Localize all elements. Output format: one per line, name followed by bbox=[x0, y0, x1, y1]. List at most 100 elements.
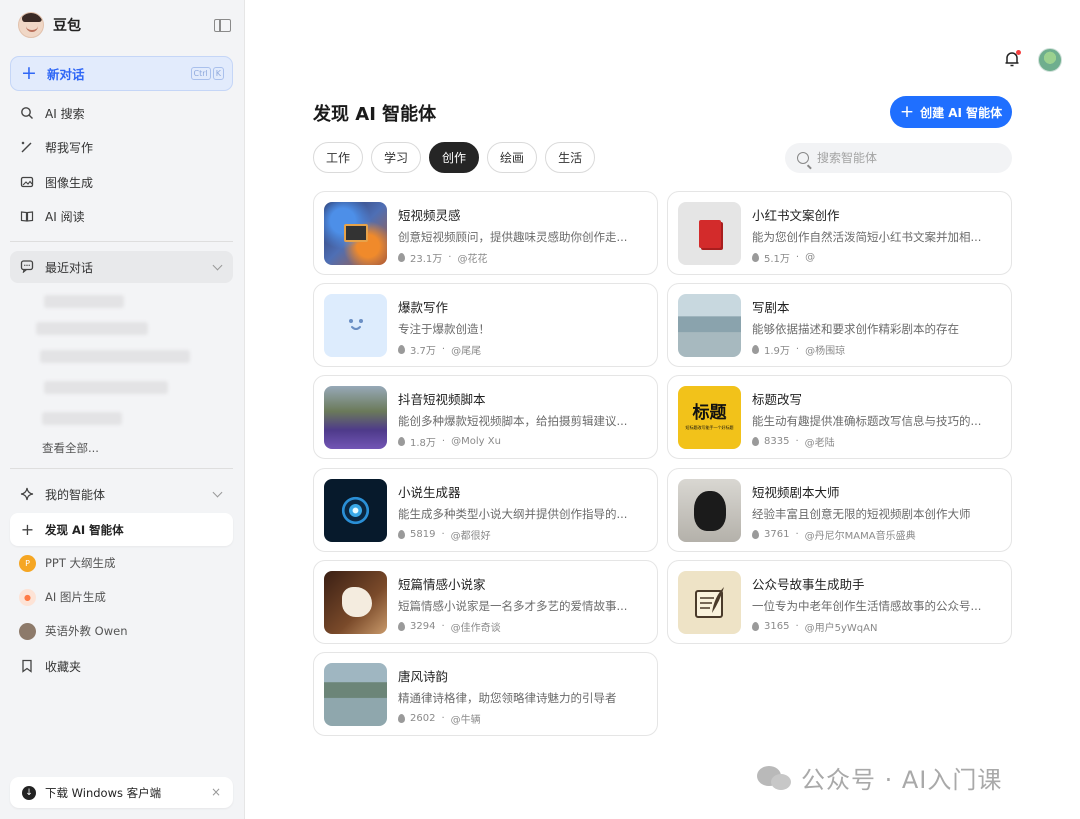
my-agents-toggle[interactable]: 我的智能体 bbox=[10, 479, 233, 509]
usage-count: 5.1万 bbox=[764, 254, 790, 265]
notification-bell-icon[interactable] bbox=[1003, 50, 1021, 68]
agent-meta: 2602 · @牛辆 bbox=[398, 711, 481, 726]
sidebar-item-ai-reading[interactable]: AI 阅读 bbox=[10, 201, 233, 231]
sidebar-item-writing[interactable]: 帮我写作 bbox=[10, 132, 233, 162]
usage-count: 1.9万 bbox=[764, 346, 790, 357]
agent-card-official-account-story[interactable]: 公众号故事生成助手 一位专为中老年创作生活情感故事的公众号... 3165 · @用… bbox=[667, 560, 1012, 644]
category-tabs: 工作 学习 创作 绘画 生活 bbox=[313, 142, 596, 173]
agent-meta: 1.9万 · @杨围琼 bbox=[752, 342, 845, 357]
doubao-logo-icon bbox=[18, 12, 44, 38]
user-avatar[interactable] bbox=[1038, 48, 1062, 72]
usage-count: 3.7万 bbox=[410, 346, 436, 357]
meta-separator: · bbox=[795, 436, 799, 447]
fire-icon bbox=[752, 253, 759, 262]
sidebar-item-image-gen[interactable]: 图像生成 bbox=[10, 167, 233, 197]
sidebar-item-label: 帮我写作 bbox=[45, 140, 94, 155]
agent-thumbnail bbox=[324, 202, 387, 265]
fire-icon bbox=[752, 345, 759, 354]
view-all-chats-link[interactable]: 查看全部... bbox=[42, 440, 99, 456]
tab-life[interactable]: 生活 bbox=[545, 142, 596, 173]
smile-face-icon bbox=[349, 319, 363, 330]
sidebar: 豆包 + 新对话 Ctrl K AI 搜索 帮我写作 图像生成 AI 阅读 最近… bbox=[0, 0, 245, 819]
agent-card-short-video-script-master[interactable]: 短视频剧本大师 经验丰富且创意无限的短视频剧本创作大师 3761 · @丹尼尔MAM… bbox=[667, 468, 1012, 552]
agent-card-viral-writing[interactable]: 爆款写作 专注于爆款创造！ 3.7万 · @尾尾 bbox=[313, 283, 658, 367]
recent-chat-item[interactable] bbox=[44, 381, 168, 394]
agent-meta: 23.1万 · @花花 bbox=[398, 250, 487, 265]
watermark-text: 公众号 · AI入门课 bbox=[801, 766, 1003, 794]
agent-thumbnail: 标题 短标题改写能手一个好标题 bbox=[678, 386, 741, 449]
agent-thumbnail bbox=[324, 571, 387, 634]
tab-study[interactable]: 学习 bbox=[371, 142, 422, 173]
agent-meta: 3165 · @用户5yWqAN bbox=[752, 619, 877, 634]
agent-item-english-tutor[interactable]: 英语外教 Owen bbox=[10, 616, 233, 646]
agent-title: 写剧本 bbox=[752, 300, 790, 315]
author-name: @佳作奇谈 bbox=[450, 623, 501, 634]
shortcut-key-ctrl: Ctrl bbox=[190, 67, 211, 80]
fire-icon bbox=[398, 714, 405, 723]
author-name: @老陆 bbox=[804, 438, 835, 449]
recent-chats-toggle[interactable]: 最近对话 bbox=[10, 251, 233, 283]
agent-card-emotional-novelist[interactable]: 短篇情感小说家 短篇情感小说家是一名多才多艺的爱情故事... 3294 · @佳作奇… bbox=[313, 560, 658, 644]
brand[interactable]: 豆包 bbox=[18, 12, 81, 38]
author-name: @丹尼尔MAMA音乐盛典 bbox=[804, 531, 916, 542]
author-name: @都很好 bbox=[450, 531, 491, 542]
recent-chats-label: 最近对话 bbox=[45, 260, 94, 275]
agent-title: 小说生成器 bbox=[398, 485, 461, 500]
agent-description: 创意短视频顾问，提供趣味灵感助你创作走... bbox=[398, 230, 628, 244]
agent-card-douyin-script[interactable]: 抖音短视频脚本 能创多种爆款短视频脚本，给拍摄剪辑建议... 1.8万 · @Mol… bbox=[313, 375, 658, 459]
chevron-down-icon bbox=[212, 487, 223, 498]
agent-card-script-writer[interactable]: 写剧本 能够依据描述和要求创作精彩剧本的存在 1.9万 · @杨围琼 bbox=[667, 283, 1012, 367]
agent-item-ppt[interactable]: P PPT 大纲生成 bbox=[10, 548, 233, 578]
agent-description: 精通律诗格律，助您领略律诗魅力的引导者 bbox=[398, 691, 617, 705]
notification-dot bbox=[1016, 50, 1021, 55]
agent-description: 能为您创作自然活泼简短小红书文案并加相... bbox=[752, 230, 982, 244]
meta-separator: · bbox=[441, 713, 445, 724]
agent-title: 短视频灵感 bbox=[398, 208, 461, 223]
agent-description: 能够依据描述和要求创作精彩剧本的存在 bbox=[752, 322, 959, 336]
create-agent-button[interactable]: + 创建 AI 智能体 bbox=[890, 96, 1012, 128]
sidebar-divider bbox=[10, 241, 233, 242]
recent-chat-item[interactable] bbox=[36, 322, 148, 335]
close-icon[interactable]: × bbox=[211, 785, 221, 799]
meta-separator: · bbox=[795, 529, 799, 540]
tab-work[interactable]: 工作 bbox=[313, 142, 364, 173]
brand-name: 豆包 bbox=[53, 18, 81, 34]
fire-icon bbox=[752, 437, 759, 446]
sidebar-item-favorites[interactable]: 收藏夹 bbox=[10, 651, 233, 681]
recent-chat-item[interactable] bbox=[40, 350, 190, 363]
agent-search-input[interactable] bbox=[817, 151, 997, 165]
agent-card-xiaohongshu[interactable]: 小红书文案创作 能为您创作自然活泼简短小红书文案并加相... 5.1万 · @ bbox=[667, 191, 1012, 275]
new-chat-button[interactable]: + 新对话 Ctrl K bbox=[10, 56, 233, 91]
agent-card-title-rewrite[interactable]: 标题 短标题改写能手一个好标题 标题改写 能生动有趣提供准确标题改写信息与技巧的… bbox=[667, 375, 1012, 459]
download-label: 下载 Windows 客户端 bbox=[45, 785, 162, 800]
agent-thumbnail bbox=[678, 571, 741, 634]
agent-title: 短视频剧本大师 bbox=[752, 485, 840, 500]
thumbnail-title-text: 标题 bbox=[692, 402, 727, 423]
meta-separator: · bbox=[795, 344, 800, 355]
agent-label: AI 图片生成 bbox=[45, 590, 106, 604]
agent-search-box[interactable] bbox=[785, 143, 1012, 173]
agent-item-ai-image[interactable]: ● AI 图片生成 bbox=[10, 582, 233, 612]
discover-agents-label: 发现 AI 智能体 bbox=[45, 522, 124, 537]
recent-chat-item[interactable] bbox=[42, 412, 122, 425]
sidebar-collapse-icon[interactable] bbox=[214, 19, 231, 32]
search-spark-icon bbox=[20, 106, 34, 120]
agent-meta: 3761 · @丹尼尔MAMA音乐盛典 bbox=[752, 527, 916, 542]
sidebar-item-ai-search[interactable]: AI 搜索 bbox=[10, 98, 233, 128]
recent-chat-item[interactable] bbox=[44, 295, 124, 308]
agent-thumbnail bbox=[678, 479, 741, 542]
tab-creation[interactable]: 创作 bbox=[429, 142, 480, 173]
page-title: 发现 AI 智能体 bbox=[313, 104, 437, 125]
discover-agents-item[interactable]: + 发现 AI 智能体 bbox=[10, 513, 233, 546]
wechat-icon bbox=[757, 764, 793, 792]
agent-title: 公众号故事生成助手 bbox=[752, 577, 865, 592]
chat-bubble-icon bbox=[20, 258, 34, 277]
download-client-banner[interactable]: ↓ 下载 Windows 客户端 × bbox=[10, 777, 233, 808]
agent-description: 短篇情感小说家是一名多才多艺的爱情故事... bbox=[398, 599, 628, 613]
agent-card-novel-generator[interactable]: 小说生成器 能生成多种类型小说大纲并提供创作指导的... 5819 · @都很好 bbox=[313, 468, 658, 552]
meta-separator: · bbox=[441, 529, 445, 540]
tab-drawing[interactable]: 绘画 bbox=[487, 142, 538, 173]
agent-card-tang-poetry[interactable]: 唐风诗韵 精通律诗格律，助您领略律诗魅力的引导者 2602 · @牛辆 bbox=[313, 652, 658, 736]
agent-card-short-video-ideas[interactable]: 短视频灵感 创意短视频顾问，提供趣味灵感助你创作走... 23.1万 · @花花 bbox=[313, 191, 658, 275]
agent-meta: 3294 · @佳作奇谈 bbox=[398, 619, 501, 634]
